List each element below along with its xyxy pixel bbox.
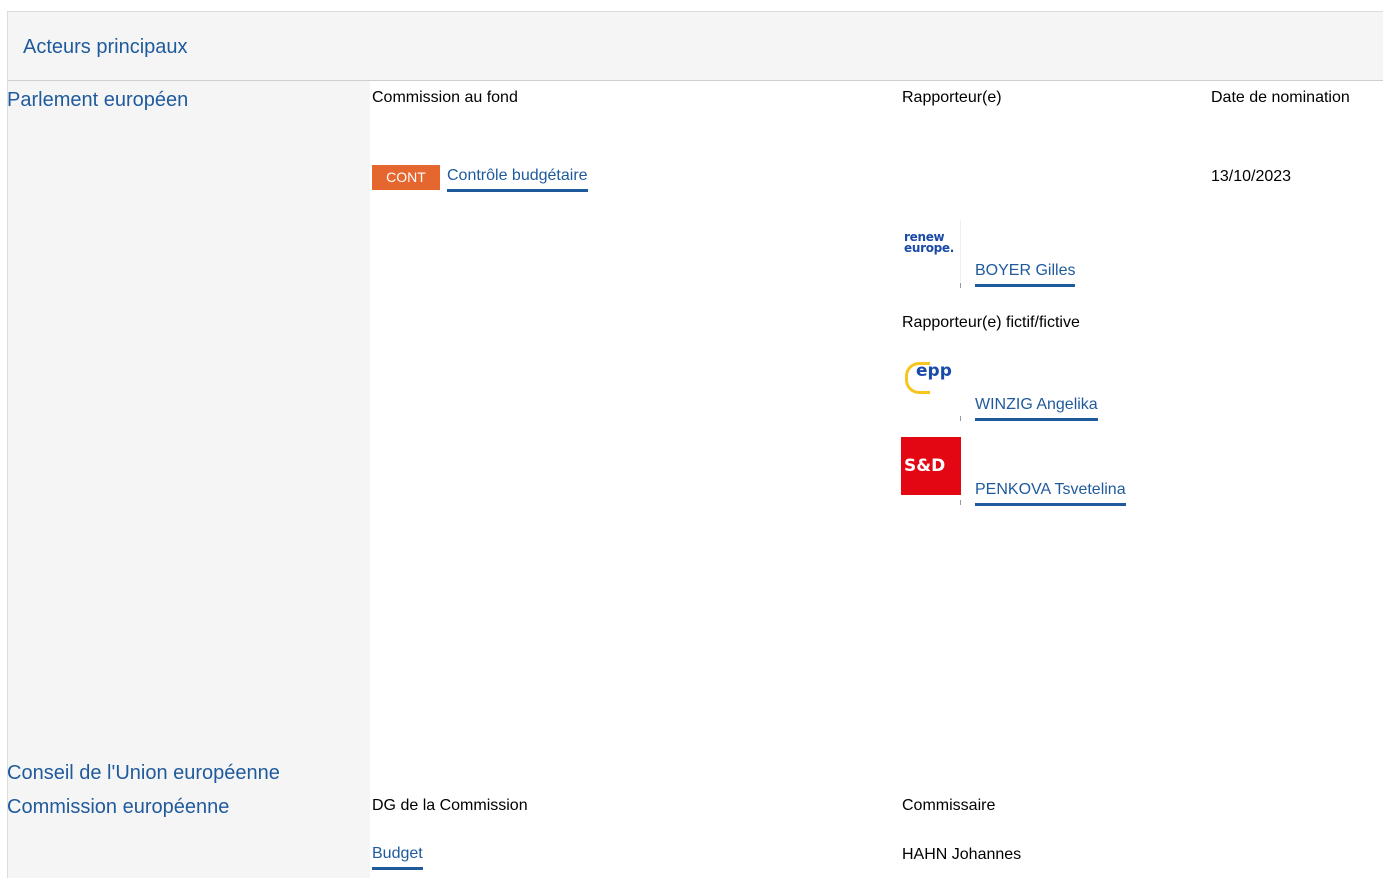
- committee-code-badge: CONT: [372, 165, 440, 190]
- section-header: [7, 11, 1383, 81]
- rapporteur-link[interactable]: BOYER Gilles: [975, 261, 1076, 287]
- renew-europe-logo: renew europe.: [901, 220, 961, 282]
- divider: [960, 500, 961, 505]
- sd-logo-text: S&D: [904, 456, 946, 476]
- commissioner-name: HAHN Johannes: [902, 846, 1022, 863]
- divider: [960, 416, 961, 421]
- divider: [960, 283, 961, 288]
- col-head-dg: DG de la Commission: [372, 797, 528, 814]
- col-head-committee: Commission au fond: [372, 89, 518, 106]
- institution-parliament: Parlement européen: [7, 89, 189, 111]
- dg-link[interactable]: Budget: [372, 844, 423, 870]
- epp-logo-text: epp: [916, 361, 952, 381]
- institution-column: [7, 81, 370, 878]
- shadow-rapporteur-label: Rapporteur(e) fictif/fictive: [902, 314, 1080, 331]
- committee-link[interactable]: Contrôle budgétaire: [447, 166, 588, 192]
- nomination-date: 13/10/2023: [1211, 168, 1292, 185]
- institution-commission: Commission européenne: [7, 796, 230, 818]
- shadow-rapporteur-link[interactable]: PENKOVA Tsvetelina: [975, 480, 1126, 506]
- section-title: Acteurs principaux: [23, 36, 188, 58]
- col-head-commissioner: Commissaire: [902, 797, 996, 814]
- epp-logo: epp: [901, 353, 961, 415]
- renew-logo-text: renew europe.: [904, 230, 955, 255]
- col-head-rapporteur: Rapporteur(e): [902, 89, 1002, 106]
- sd-logo: S&D: [901, 437, 961, 495]
- institution-council: Conseil de l'Union européenne: [7, 762, 280, 784]
- col-head-date: Date de nomination: [1211, 89, 1350, 106]
- shadow-rapporteur-link[interactable]: WINZIG Angelika: [975, 395, 1098, 421]
